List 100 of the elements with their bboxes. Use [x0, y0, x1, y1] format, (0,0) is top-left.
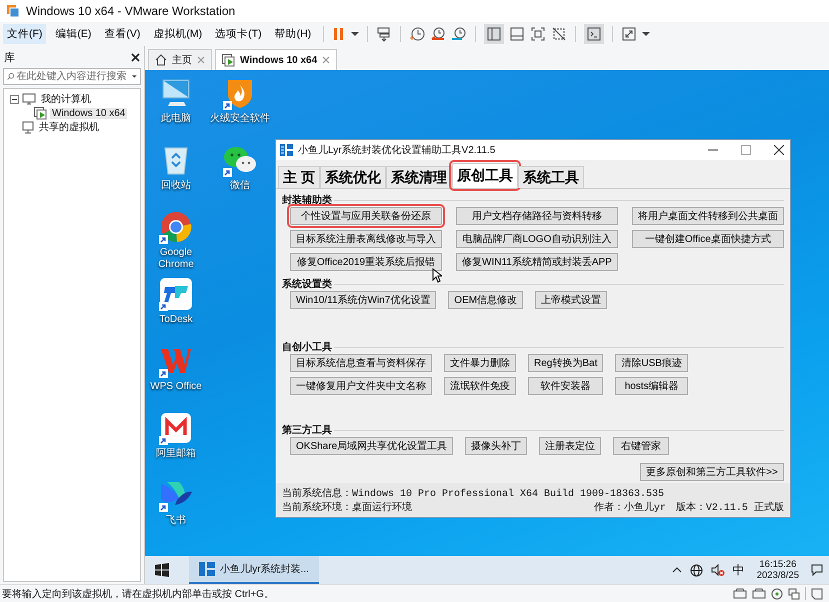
shortcut-label: ToDesk	[159, 314, 193, 326]
chat-bubbles-icon	[223, 145, 257, 175]
group-title: 自创小工具	[282, 340, 333, 354]
tool-button[interactable]: 软件安装器	[528, 377, 604, 395]
clock-date[interactable]: 2023/8/25	[756, 570, 799, 582]
shortcut-label: 飞书	[166, 515, 186, 527]
input-method-indicator[interactable]: 中	[732, 562, 745, 578]
fullscreen-icon[interactable]	[621, 26, 638, 42]
tool-button[interactable]: 一键修复用户文件夹中文名称	[290, 377, 432, 395]
tool-button[interactable]: hosts编辑器	[615, 377, 688, 395]
shortcut-label: 阿里邮箱	[156, 448, 196, 460]
tool-button[interactable]: 注册表定位	[539, 437, 602, 455]
tab-label: Windows 10 x64	[240, 54, 318, 66]
tree-item[interactable]: Windows 10 x64	[50, 108, 128, 118]
desktop-shortcut[interactable]: ToDesk	[147, 277, 205, 344]
shortcut-label: WPS Office	[150, 381, 202, 393]
tool-button[interactable]: Reg转换为Bat	[528, 354, 604, 372]
tool-button[interactable]: 个性设置与应用关联备份还原	[290, 207, 442, 225]
desktop-shortcut[interactable]: Google Chrome	[147, 210, 205, 277]
tool-button[interactable]: 修复WIN11系统精简或封装丢APP	[456, 253, 618, 271]
sidebar-view-icon[interactable]	[484, 24, 504, 44]
console-icon[interactable]	[584, 24, 604, 44]
group-title: 第三方工具	[282, 423, 333, 437]
message-icon[interactable]	[811, 588, 823, 600]
network-icon[interactable]	[788, 588, 800, 600]
send-keys-icon[interactable]	[376, 26, 392, 42]
status-text: 要将输入定向到该虚拟机，请在虚拟机内部单击或按 Ctrl+G。	[2, 588, 274, 600]
close-icon[interactable]	[774, 145, 784, 155]
tool-button[interactable]: 修复Office2019重装系统后报错	[290, 253, 442, 271]
tool-button[interactable]: 流氓软件免疫	[444, 377, 516, 395]
tab[interactable]: 系统工具	[518, 166, 584, 188]
office-icon	[160, 347, 192, 375]
tool-button[interactable]: OEM信息修改	[448, 291, 524, 309]
menu-item[interactable]: 选项卡(T)	[211, 24, 266, 44]
fit-view-icon[interactable]	[530, 26, 546, 42]
caret-icon[interactable]	[132, 74, 137, 79]
speaker-muted-icon[interactable]	[710, 564, 725, 576]
snapshot-manager-icon[interactable]	[451, 26, 468, 42]
search-icon	[7, 71, 14, 82]
mouse-cursor-icon	[432, 268, 442, 283]
tool-button[interactable]: 上帝模式设置	[535, 291, 608, 309]
browser-icon	[160, 211, 192, 243]
shortcut-label: Google Chrome	[157, 247, 195, 271]
shortcut-label: 此电脑	[161, 113, 191, 125]
vm-tab[interactable]: 主页	[148, 49, 212, 70]
desktop-shortcut[interactable]: 回收站	[147, 143, 205, 210]
tab[interactable]: 原创工具	[452, 163, 518, 188]
tab-label: 主页	[172, 54, 192, 67]
menu-item[interactable]: 查看(V)	[100, 24, 144, 44]
shortcut-label: 回收站	[161, 180, 191, 192]
tool-button[interactable]: 清除USB痕迹	[615, 354, 688, 372]
vm-icon	[34, 106, 47, 120]
caret-icon[interactable]	[351, 31, 360, 37]
shared-vm-icon	[22, 120, 34, 134]
tool-button[interactable]: 目标系统信息查看与资料保存	[290, 354, 432, 372]
window-title: Windows 10 x64 - VMware Workstation	[26, 4, 236, 18]
library-title: 库	[4, 50, 15, 65]
home-icon	[155, 54, 167, 66]
tool-button[interactable]: OKShare局域网共享优化设置工具	[290, 437, 454, 455]
menu-item[interactable]: 虚拟机(M)	[149, 24, 206, 44]
cd-drive-icon[interactable]	[771, 588, 783, 600]
menu-item[interactable]: 帮助(H)	[270, 24, 316, 44]
snapshot-icon[interactable]	[409, 26, 426, 42]
notification-icon[interactable]	[811, 564, 823, 576]
tool-button[interactable]: 将用户桌面文件转移到公共桌面	[632, 207, 784, 225]
tool-button[interactable]: Win10/11系统仿Win7优化设置	[290, 291, 436, 309]
more-tools-button[interactable]: 更多原创和第三方工具软件>>	[640, 463, 784, 481]
thumbnail-view-icon[interactable]	[509, 26, 526, 42]
taskbar-app[interactable]: 小鱼儿lyr系统封装...	[189, 556, 319, 584]
tool-button[interactable]: 摄像头补丁	[465, 437, 528, 455]
menu-item[interactable]: 编辑(E)	[51, 24, 96, 44]
shortcut-label: 微信	[230, 180, 250, 192]
close-icon[interactable]	[131, 53, 140, 62]
start-icon[interactable]	[155, 563, 169, 577]
tool-button[interactable]: 电脑品牌厂商LOGO自动识别注入	[456, 230, 618, 248]
revert-snapshot-icon[interactable]	[430, 26, 446, 42]
environment-text: 当前系统环境：桌面运行环境	[282, 500, 412, 514]
tool-button[interactable]: 用户文档存储路径与资料转移	[456, 207, 618, 225]
clock-time[interactable]: 16:15:26	[759, 558, 796, 570]
remote-desktop-icon	[160, 278, 192, 310]
vm-tab[interactable]: Windows 10 x64	[215, 49, 338, 70]
tool-button[interactable]: 目标系统注册表离线修改与导入	[290, 230, 442, 248]
tool-button[interactable]: 一键创建Office桌面快捷方式	[632, 230, 784, 248]
unity-view-icon[interactable]	[551, 26, 568, 42]
desktop-shortcut[interactable]: 微信	[205, 143, 275, 210]
collapse-toggle-icon[interactable]	[10, 94, 19, 104]
app-logo-icon	[280, 144, 293, 156]
tab[interactable]: 系统清理	[386, 166, 452, 188]
caret-icon[interactable]	[642, 31, 650, 37]
tool-button[interactable]: 文件暴力删除	[444, 354, 516, 372]
menu-item[interactable]: 文件(F)	[3, 24, 46, 44]
group-title: 系统设置类	[282, 278, 333, 291]
tree-item[interactable]: 我的计算机	[39, 92, 93, 106]
shortcut-label: 火绒安全软件	[210, 113, 270, 125]
tab[interactable]: 主 页	[278, 166, 320, 188]
tool-button[interactable]: 右键管家	[613, 437, 670, 455]
tree-item[interactable]: 共享的虚拟机	[37, 120, 101, 134]
globe-icon[interactable]	[690, 564, 703, 576]
chevron-up-icon[interactable]	[672, 567, 682, 573]
tab[interactable]: 系统优化	[320, 166, 386, 188]
